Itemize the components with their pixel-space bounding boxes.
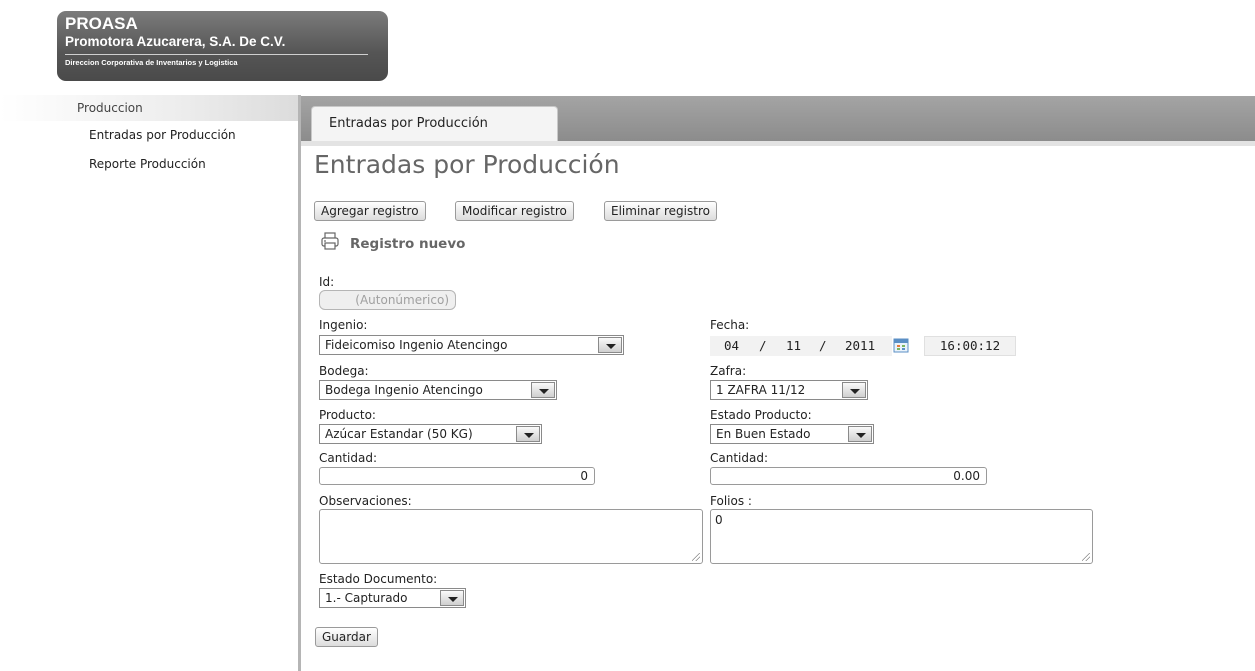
- sidebar: Produccion Entradas por Producción Repor…: [0, 95, 298, 671]
- sidebar-group-produccion[interactable]: Produccion: [0, 95, 298, 121]
- fecha-day[interactable]: 04: [724, 336, 739, 356]
- sidebar-item-entradas-produccion[interactable]: Entradas por Producción: [89, 128, 236, 142]
- zafra-select[interactable]: 1 ZAFRA 11/12: [710, 380, 868, 400]
- cantidad-decimal-label: Cantidad:: [710, 451, 769, 465]
- id-label: Id:: [319, 275, 335, 289]
- fecha-year[interactable]: 2011: [845, 336, 875, 356]
- date-separator: /: [759, 338, 767, 353]
- cantidad-label: Cantidad:: [319, 451, 378, 465]
- chevron-down-icon[interactable]: [440, 590, 464, 606]
- bodega-select[interactable]: Bodega Ingenio Atencingo: [319, 380, 557, 400]
- fecha-label: Fecha:: [710, 318, 750, 332]
- date-separator: /: [819, 338, 827, 353]
- producto-select[interactable]: Azúcar Estandar (50 KG): [319, 424, 542, 444]
- folios-textarea[interactable]: 0: [710, 509, 1093, 564]
- zafra-label: Zafra:: [710, 364, 747, 378]
- chevron-down-icon[interactable]: [848, 426, 872, 442]
- sidebar-item-reporte-produccion[interactable]: Reporte Producción: [89, 157, 206, 171]
- id-field: (Autonúmerico): [319, 290, 456, 310]
- logo-divider: [65, 54, 368, 55]
- chevron-down-icon[interactable]: [598, 337, 622, 353]
- fecha-time-field[interactable]: 16:00:12: [924, 336, 1016, 356]
- fecha-date-field[interactable]: 04 / 11 / 2011: [710, 336, 892, 356]
- estado-producto-select-value: En Buen Estado: [716, 427, 811, 441]
- add-record-button[interactable]: Agregar registro: [314, 201, 426, 221]
- fecha-month[interactable]: 11: [786, 336, 801, 356]
- chevron-down-icon[interactable]: [842, 382, 866, 398]
- zafra-select-value: 1 ZAFRA 11/12: [716, 383, 806, 397]
- logo-company-full-name: Promotora Azucarera, S.A. De C.V.: [65, 34, 286, 49]
- ingenio-label: Ingenio:: [319, 318, 368, 332]
- page-title: Entradas por Producción: [314, 150, 620, 179]
- estado-documento-select[interactable]: 1.- Capturado: [319, 588, 466, 608]
- logo-department: Direccion Corporativa de Inventarios y L…: [65, 58, 238, 67]
- estado-documento-select-value: 1.- Capturado: [325, 591, 408, 605]
- chevron-down-icon[interactable]: [531, 382, 555, 398]
- sidebar-separator: [298, 95, 301, 671]
- producto-label: Producto:: [319, 408, 376, 422]
- tab-strip: [301, 141, 1255, 146]
- cantidad-decimal-input[interactable]: 0.00: [710, 467, 987, 485]
- ingenio-select[interactable]: Fideicomiso Ingenio Atencingo: [319, 335, 624, 355]
- form-subheading: Registro nuevo: [350, 236, 466, 252]
- observaciones-textarea[interactable]: [319, 509, 703, 564]
- cantidad-input[interactable]: 0: [319, 467, 595, 485]
- estado-producto-label: Estado Producto:: [710, 408, 812, 422]
- observaciones-label: Observaciones:: [319, 494, 412, 508]
- folios-value: 0: [715, 513, 723, 527]
- estado-producto-select[interactable]: En Buen Estado: [710, 424, 874, 444]
- printer-icon[interactable]: [320, 231, 340, 251]
- delete-record-button[interactable]: Eliminar registro: [604, 201, 717, 221]
- tab-bar: Entradas por Producción: [301, 96, 1255, 141]
- producto-select-value: Azúcar Estandar (50 KG): [325, 427, 473, 441]
- estado-documento-label: Estado Documento:: [319, 572, 438, 586]
- bodega-label: Bodega:: [319, 364, 369, 378]
- edit-record-button[interactable]: Modificar registro: [455, 201, 574, 221]
- tab-entradas-produccion[interactable]: Entradas por Producción: [311, 106, 558, 141]
- resize-grip-icon[interactable]: [692, 553, 700, 561]
- folios-label: Folios :: [710, 494, 752, 508]
- resize-grip-icon[interactable]: [1082, 553, 1090, 561]
- calendar-icon[interactable]: [893, 337, 909, 353]
- ingenio-select-value: Fideicomiso Ingenio Atencingo: [325, 338, 508, 352]
- bodega-select-value: Bodega Ingenio Atencingo: [325, 383, 483, 397]
- company-logo: PROASA Promotora Azucarera, S.A. De C.V.…: [57, 11, 388, 81]
- save-button[interactable]: Guardar: [315, 627, 378, 647]
- chevron-down-icon[interactable]: [516, 426, 540, 442]
- logo-company-short-name: PROASA: [65, 14, 138, 33]
